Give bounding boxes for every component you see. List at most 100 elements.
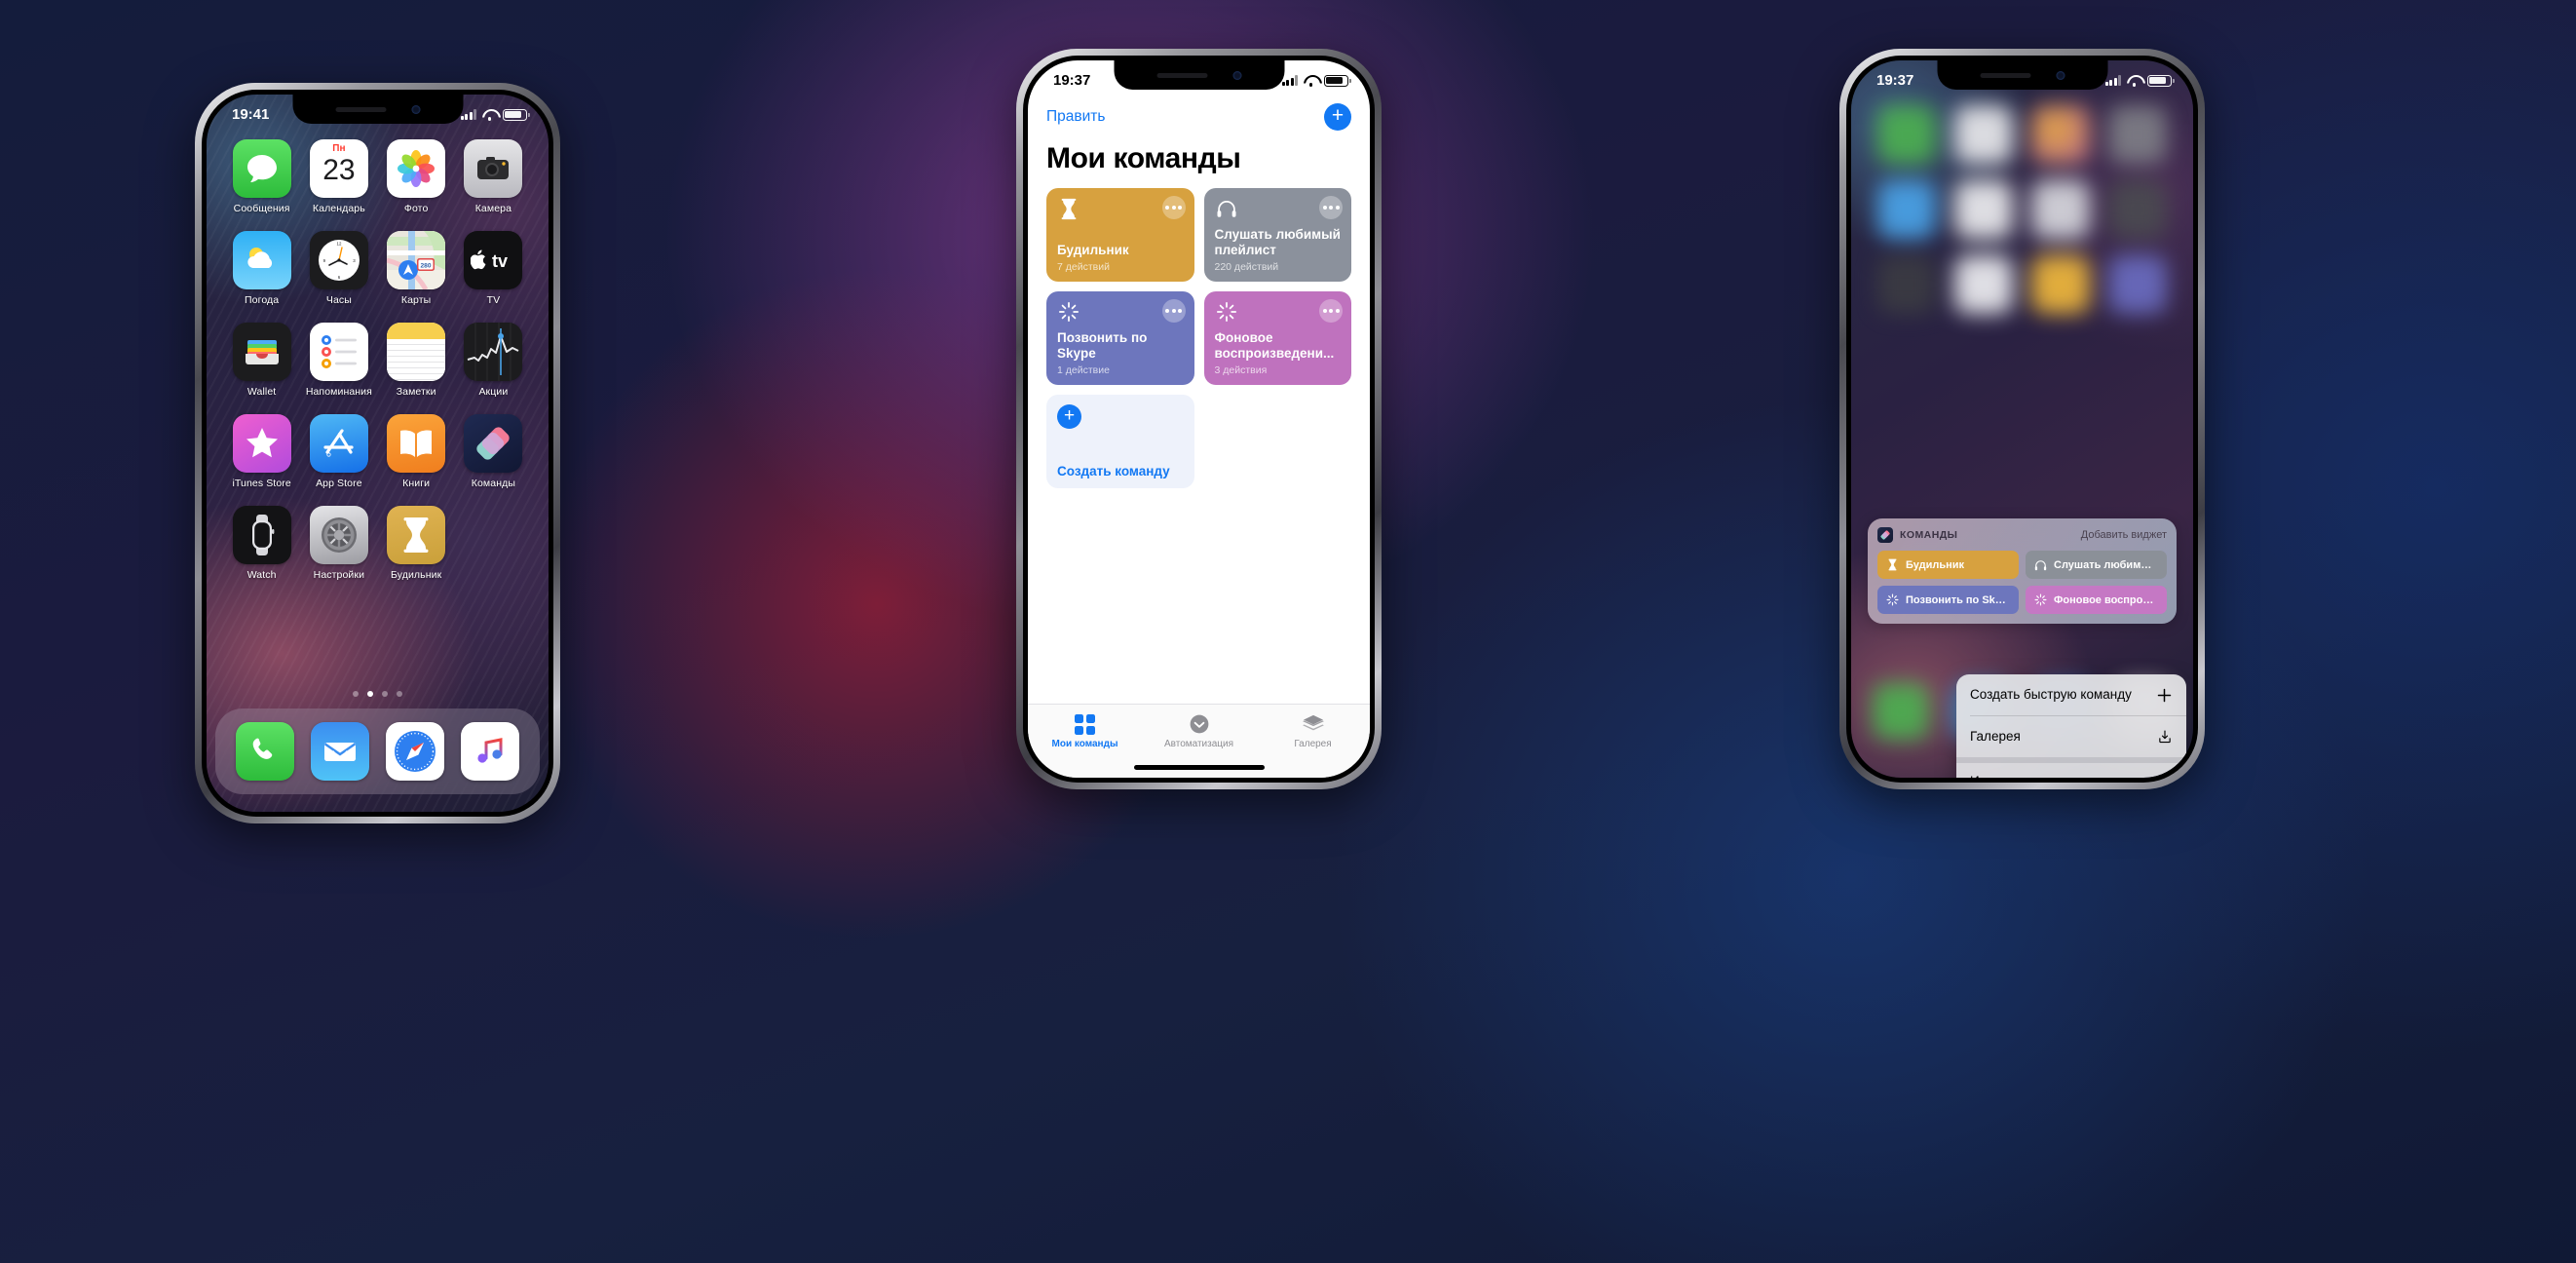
app-photos[interactable]: Фото (378, 139, 455, 214)
menu-item-gallery[interactable]: Галерея (1956, 716, 2186, 757)
shortcut-card[interactable]: Фоновое воспроизведени... 3 действия (1203, 291, 1351, 385)
create-shortcut-card[interactable]: + Создать команду (1046, 395, 1194, 488)
app-label: Сообщения (233, 203, 290, 214)
widget-item[interactable]: Фоновое воспроизв... (2026, 586, 2167, 614)
app-settings[interactable]: Настройки (300, 506, 377, 581)
sparkle-icon (2033, 593, 2047, 607)
hourglass-icon (387, 506, 446, 564)
widget-item-label: Слушать любимый... (2054, 558, 2159, 571)
app-label: Напоминания (305, 386, 372, 398)
widget-item-label: Позвонить по Skype (1906, 593, 2011, 606)
page-dot[interactable] (353, 691, 359, 697)
app-label: Wallet (246, 386, 277, 398)
page-dot[interactable] (397, 691, 402, 697)
app-label: Часы (325, 294, 352, 306)
stocks-icon (464, 323, 523, 381)
menu-item-create-shortcut[interactable]: Создать быструю команду (1956, 674, 2186, 715)
shortcut-action-count: 3 действия (1214, 364, 1268, 376)
app-calendar[interactable]: Пн 23 Календарь (300, 139, 377, 214)
phone-icon[interactable] (235, 722, 294, 781)
app-label: Watch (246, 569, 277, 581)
clock-automation-icon (1189, 713, 1210, 735)
more-options-icon[interactable] (1161, 299, 1186, 323)
calendar-icon: Пн 23 (309, 139, 368, 198)
svg-text:12: 12 (336, 242, 341, 247)
widget-item[interactable]: Будильник (1877, 551, 2019, 579)
home-indicator[interactable] (1133, 765, 1265, 770)
download-box-icon (2156, 728, 2173, 745)
camera-icon (464, 139, 523, 198)
app-books[interactable]: Книги (378, 414, 455, 489)
hourglass-icon (1057, 197, 1080, 220)
app-shortcuts[interactable]: Команды (455, 414, 532, 489)
front-camera-icon (2056, 70, 2065, 80)
add-widget-button[interactable]: Добавить виджет (2081, 529, 2167, 541)
app-itunes-store[interactable]: iTunes Store (223, 414, 300, 489)
app-stocks[interactable]: Акции (455, 323, 532, 398)
app-messages[interactable]: Сообщения (223, 139, 300, 214)
status-time: 19:37 (1876, 72, 1914, 89)
more-options-icon[interactable] (1161, 196, 1186, 219)
clock-icon: 12 3 69 (309, 231, 368, 289)
app-notes[interactable]: Заметки (378, 323, 455, 398)
tab-label: Галерея (1294, 739, 1332, 749)
widget-item[interactable]: Слушать любимый... (2026, 551, 2167, 579)
page-dot-active[interactable] (367, 691, 373, 697)
svg-text:280: 280 (421, 263, 432, 270)
widget-header: КОМАНДЫ Добавить виджет (1877, 527, 2167, 543)
shortcuts-grid: Будильник 7 действий Слушать любимый пле… (1028, 188, 1370, 488)
app-camera[interactable]: Камера (455, 139, 532, 214)
phone-shortcuts-app: 19:37 Править + Мои команды Будильник 7 … (1016, 49, 1382, 789)
app-label: Будильник (390, 569, 442, 581)
app-label: TV (486, 294, 501, 306)
app-weather[interactable]: Погода (223, 231, 300, 306)
plus-circle-icon: + (1057, 404, 1081, 429)
books-icon (387, 414, 446, 473)
sparkle-icon (1215, 300, 1238, 324)
tab-my-shortcuts[interactable]: Мои команды (1028, 713, 1142, 778)
wifi-icon (1304, 75, 1318, 87)
mail-icon[interactable] (310, 722, 369, 781)
notch (1937, 60, 2107, 90)
menu-item-rearrange-apps[interactable]: Изменить порядок приложений (1956, 763, 2186, 778)
shortcut-name: Позвонить по Skype (1057, 330, 1148, 362)
app-store-icon (309, 414, 368, 473)
app-clock[interactable]: 12 3 69 Часы (300, 231, 377, 306)
safari-icon[interactable] (386, 722, 445, 781)
app-grid: Сообщения Пн 23 Календарь Фото Камера По… (207, 139, 549, 581)
page-dots[interactable] (207, 691, 549, 697)
app-wallet[interactable]: Wallet (223, 323, 300, 398)
app-alarm-shortcut[interactable]: Будильник (378, 506, 455, 581)
menu-item-label: Изменить порядок приложений (1970, 774, 2146, 778)
more-options-icon[interactable] (1319, 299, 1343, 323)
app-label: Карты (400, 294, 432, 306)
front-camera-icon (1232, 70, 1241, 80)
maps-icon: 280 (387, 231, 446, 289)
shortcut-card[interactable]: Позвонить по Skype 1 действие (1046, 291, 1194, 385)
music-icon[interactable] (461, 722, 520, 781)
app-tv[interactable]: tv TV (455, 231, 532, 306)
shortcut-card[interactable]: Слушать любимый плейлист 220 действий (1203, 188, 1351, 282)
app-app-store[interactable]: App Store (300, 414, 377, 489)
tab-gallery[interactable]: Галерея (1256, 713, 1370, 778)
calendar-day: 23 (322, 154, 356, 186)
shortcut-card[interactable]: Будильник 7 действий (1046, 188, 1194, 282)
widget-items: Будильник Слушать любимый... Позвонить п… (1877, 551, 2167, 614)
shortcut-name: Будильник (1057, 243, 1129, 258)
shortcuts-widget[interactable]: КОМАНДЫ Добавить виджет Будильник Слушат… (1868, 518, 2177, 624)
edit-button[interactable]: Править (1046, 108, 1105, 126)
sparkle-icon (1885, 593, 1899, 607)
add-shortcut-button[interactable]: + (1324, 103, 1351, 131)
app-label: Погода (245, 294, 280, 306)
page-title: Мои команды (1046, 142, 1241, 174)
app-watch[interactable]: Watch (223, 506, 300, 581)
more-options-icon[interactable] (1319, 196, 1343, 219)
headphones-icon (1215, 197, 1238, 220)
create-shortcut-label: Создать команду (1057, 464, 1170, 479)
app-reminders[interactable]: Напоминания (300, 323, 377, 398)
menu-item-label: Галерея (1970, 728, 2021, 744)
app-maps[interactable]: 280 Карты (378, 231, 455, 306)
widget-item[interactable]: Позвонить по Skype (1877, 586, 2019, 614)
shortcut-action-count: 220 действий (1214, 261, 1279, 273)
page-dot[interactable] (382, 691, 388, 697)
